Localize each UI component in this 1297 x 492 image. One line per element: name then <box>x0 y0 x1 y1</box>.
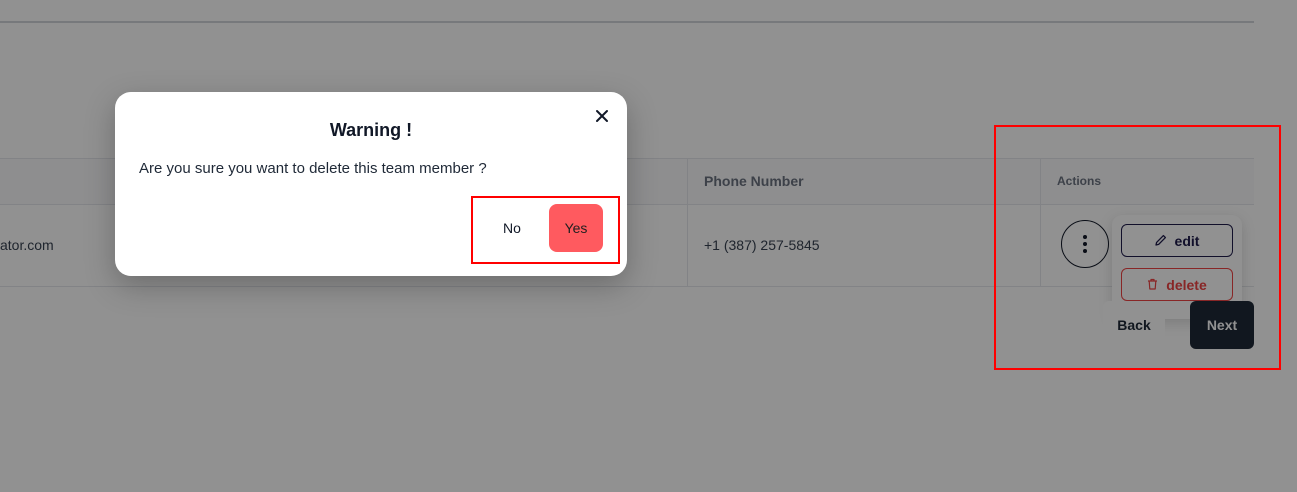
highlight-box-dialog-buttons <box>471 196 620 264</box>
dialog-message: Are you sure you want to delete this tea… <box>139 160 487 177</box>
close-icon[interactable] <box>593 107 611 125</box>
highlight-box-row-actions <box>994 125 1281 370</box>
page: Phone Number Actions ator.com +1 (387) 2… <box>0 0 1297 492</box>
dialog-title: Warning ! <box>329 120 413 140</box>
